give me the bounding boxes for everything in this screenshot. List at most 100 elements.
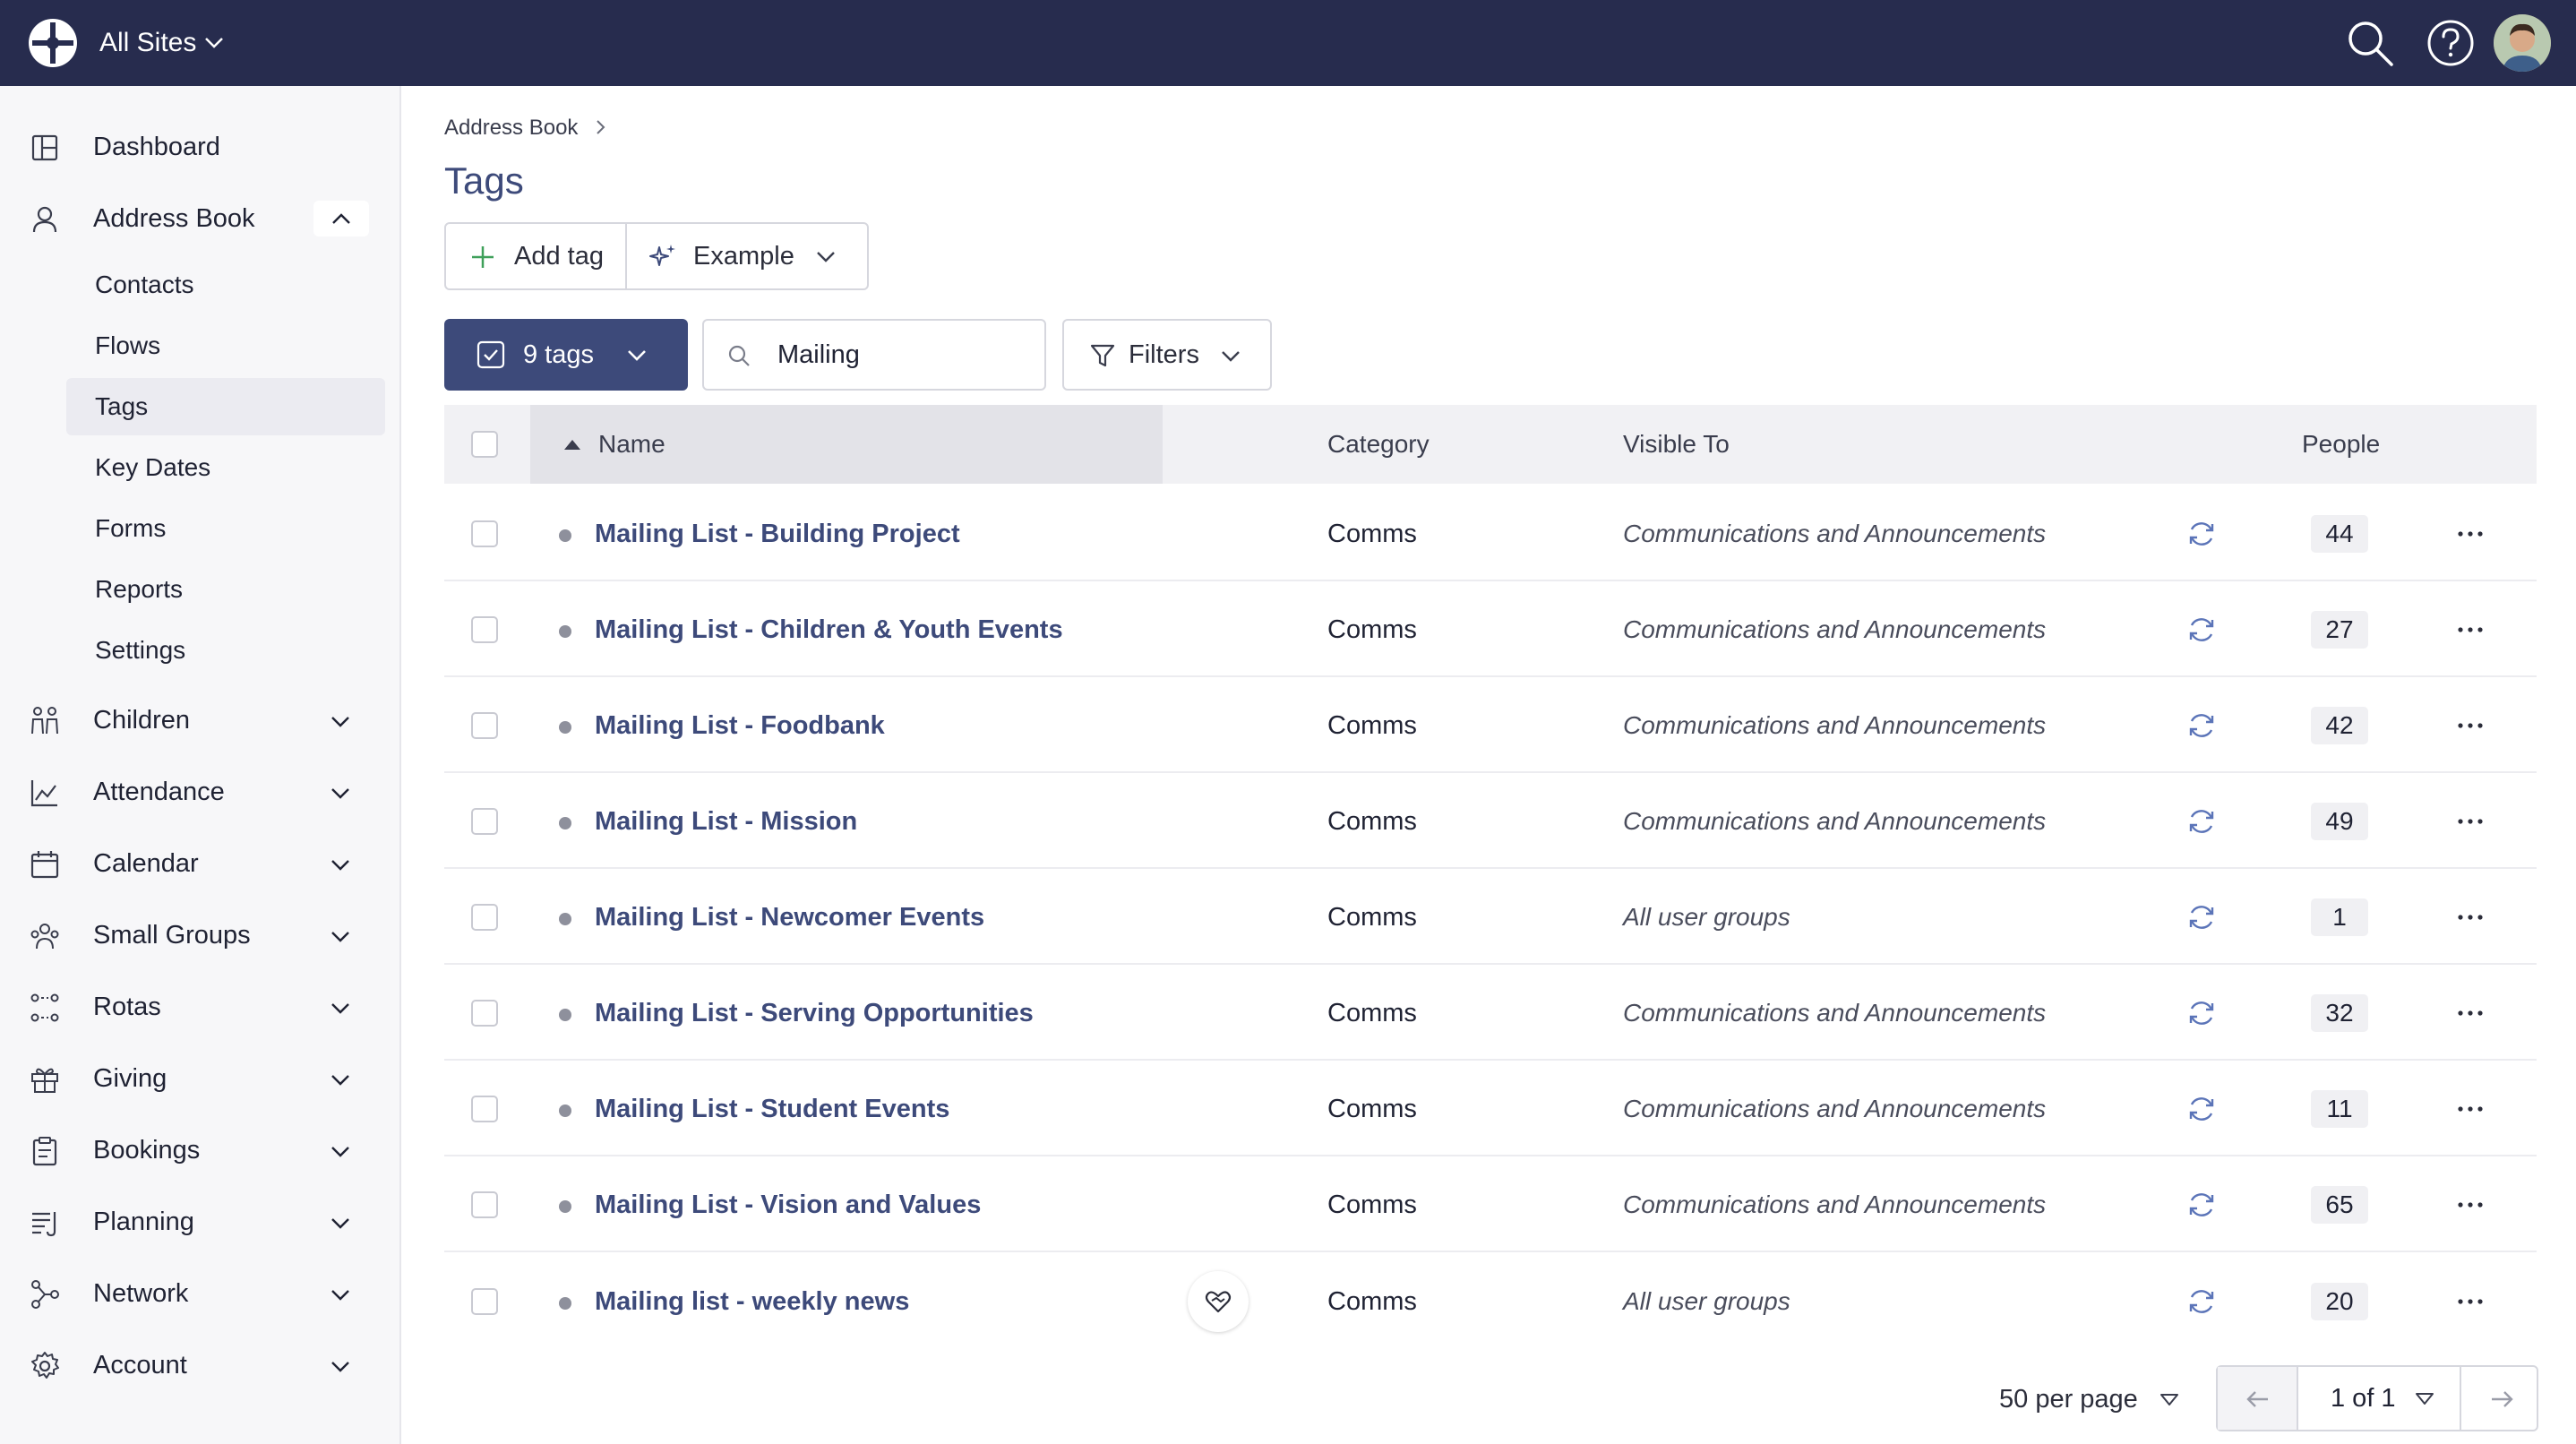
row-checkbox[interactable] bbox=[471, 1096, 498, 1122]
more-options-icon[interactable] bbox=[2454, 1093, 2486, 1125]
search-input[interactable] bbox=[777, 337, 1028, 373]
row-checkbox[interactable] bbox=[471, 1191, 498, 1218]
select-all-checkbox[interactable] bbox=[471, 431, 498, 458]
sync-icon[interactable] bbox=[2185, 614, 2218, 646]
sync-icon[interactable] bbox=[2185, 805, 2218, 838]
visible-to-cell: All user groups bbox=[1623, 903, 1790, 931]
tag-name-link[interactable]: Mailing List - Mission bbox=[595, 805, 857, 838]
people-count-badge: 11 bbox=[2311, 1090, 2368, 1128]
table-row[interactable]: Mailing List - Foodbank Comms Communicatio… bbox=[444, 677, 2537, 773]
sidebar-item-address-book[interactable]: Address Book bbox=[0, 192, 399, 245]
column-header-name[interactable]: Name bbox=[598, 428, 665, 460]
sync-icon[interactable] bbox=[2185, 997, 2218, 1029]
sidebar-subitem-settings[interactable]: Settings bbox=[66, 622, 385, 679]
more-options-icon[interactable] bbox=[2454, 805, 2486, 838]
sidebar-subitem-key-dates[interactable]: Key Dates bbox=[66, 439, 385, 496]
table-row[interactable]: Mailing List - Building Project Comms Comm… bbox=[444, 486, 2537, 581]
sidebar-item-planning[interactable]: Planning bbox=[0, 1195, 399, 1249]
tag-name-link[interactable]: Mailing List - Newcomer Events bbox=[595, 901, 984, 933]
heart-hands-badge[interactable] bbox=[1188, 1271, 1249, 1332]
row-checkbox[interactable] bbox=[471, 520, 498, 547]
bulk-select-button[interactable]: 9 tags bbox=[444, 319, 688, 391]
more-options-icon[interactable] bbox=[2454, 1285, 2486, 1318]
table-row[interactable]: Mailing List - Serving Opportunities Comm… bbox=[444, 965, 2537, 1061]
sidebar-subitem-label: Settings bbox=[95, 636, 186, 664]
table-row[interactable]: Mailing List - Children & Youth Events Co… bbox=[444, 581, 2537, 677]
row-checkbox[interactable] bbox=[471, 1000, 498, 1027]
tag-name-link[interactable]: Mailing List - Building Project bbox=[595, 518, 960, 550]
tag-name-link[interactable]: Mailing list - weekly news bbox=[595, 1285, 909, 1318]
tag-name-link[interactable]: Mailing List - Vision and Values bbox=[595, 1189, 981, 1221]
table-row[interactable]: Mailing List - Mission Comms Communication… bbox=[444, 773, 2537, 869]
chevron-down-icon[interactable] bbox=[202, 30, 226, 54]
per-page-select[interactable]: 50 per page bbox=[1999, 1383, 2138, 1415]
tag-name-link[interactable]: Mailing List - Children & Youth Events bbox=[595, 614, 1063, 646]
children-icon bbox=[31, 707, 58, 735]
row-checkbox[interactable] bbox=[471, 712, 498, 739]
table-row[interactable]: Mailing List - Newcomer Events Comms All u… bbox=[444, 869, 2537, 965]
logo-icon[interactable] bbox=[27, 17, 79, 69]
more-options-icon[interactable] bbox=[2454, 518, 2486, 550]
row-checkbox[interactable] bbox=[471, 616, 498, 643]
sync-icon[interactable] bbox=[2185, 709, 2218, 742]
example-dropdown-button[interactable]: Example bbox=[627, 224, 867, 288]
row-checkbox[interactable] bbox=[471, 904, 498, 931]
sync-icon[interactable] bbox=[2185, 901, 2218, 933]
sidebar-subitem-reports[interactable]: Reports bbox=[66, 561, 385, 618]
previous-page-button[interactable] bbox=[2218, 1367, 2298, 1430]
column-header-visible-to[interactable]: Visible To bbox=[1623, 428, 1730, 460]
page-select[interactable]: 1 of 1 bbox=[2298, 1367, 2460, 1430]
sidebar-item-dashboard[interactable]: Dashboard bbox=[0, 120, 399, 174]
sort-ascending-icon[interactable] bbox=[562, 437, 582, 451]
help-icon[interactable] bbox=[2426, 18, 2476, 68]
column-header-category[interactable]: Category bbox=[1327, 428, 1430, 460]
more-options-icon[interactable] bbox=[2454, 1189, 2486, 1221]
table-row[interactable]: Mailing list - weekly news Comms All user … bbox=[444, 1252, 2537, 1351]
avatar[interactable] bbox=[2494, 14, 2551, 72]
more-options-icon[interactable] bbox=[2454, 997, 2486, 1029]
tag-name-link[interactable]: Mailing List - Serving Opportunities bbox=[595, 997, 1034, 1029]
sidebar-item-bookings[interactable]: Bookings bbox=[0, 1123, 399, 1177]
sidebar-item-account[interactable]: Account bbox=[0, 1338, 399, 1392]
sidebar-subitem-forms[interactable]: Forms bbox=[66, 500, 385, 557]
more-options-icon[interactable] bbox=[2454, 901, 2486, 933]
sidebar-item-children[interactable]: Children bbox=[0, 693, 399, 747]
sync-icon[interactable] bbox=[2185, 1093, 2218, 1125]
next-page-button[interactable] bbox=[2460, 1367, 2537, 1430]
sidebar-subitem-tags[interactable]: Tags bbox=[66, 378, 385, 435]
sidebar-item-attendance[interactable]: Attendance bbox=[0, 765, 399, 819]
sync-icon[interactable] bbox=[2185, 1189, 2218, 1221]
search-field[interactable] bbox=[702, 319, 1046, 391]
chevron-down-icon bbox=[331, 1362, 349, 1372]
tag-name-link[interactable]: Mailing List - Foodbank bbox=[595, 709, 885, 742]
sync-icon[interactable] bbox=[2185, 518, 2218, 550]
column-header-people[interactable]: People bbox=[2302, 428, 2380, 460]
collapse-button[interactable] bbox=[313, 201, 369, 236]
sidebar-item-network[interactable]: Network bbox=[0, 1267, 399, 1320]
filters-button[interactable]: Filters bbox=[1062, 319, 1272, 391]
more-options-icon[interactable] bbox=[2454, 614, 2486, 646]
sidebar-item-giving[interactable]: Giving bbox=[0, 1052, 399, 1105]
row-checkbox[interactable] bbox=[471, 1288, 498, 1315]
chevron-down-icon bbox=[331, 860, 349, 871]
table-row[interactable]: Mailing List - Vision and Values Comms Com… bbox=[444, 1156, 2537, 1252]
chevron-down-icon bbox=[331, 1147, 349, 1157]
sync-icon[interactable] bbox=[2185, 1285, 2218, 1318]
sidebar-item-calendar[interactable]: Calendar bbox=[0, 837, 399, 890]
more-options-icon[interactable] bbox=[2454, 709, 2486, 742]
add-tag-button[interactable]: Add tag bbox=[446, 224, 627, 288]
chart-icon bbox=[30, 780, 57, 807]
visible-to-cell: Communications and Announcements bbox=[1623, 615, 2047, 643]
breadcrumb[interactable]: Address Book bbox=[444, 115, 578, 142]
table-row[interactable]: Mailing List - Student Events Comms Commun… bbox=[444, 1061, 2537, 1156]
sidebar-subitem-flows[interactable]: Flows bbox=[66, 317, 385, 374]
row-checkbox[interactable] bbox=[471, 808, 498, 835]
sidebar-item-rotas[interactable]: Rotas bbox=[0, 980, 399, 1034]
sidebar-item-label: Children bbox=[93, 706, 190, 735]
sidebar-subitem-contacts[interactable]: Contacts bbox=[66, 256, 385, 314]
triangle-down-icon[interactable] bbox=[2157, 1387, 2182, 1412]
site-selector-label[interactable]: All Sites bbox=[99, 27, 196, 59]
tag-name-link[interactable]: Mailing List - Student Events bbox=[595, 1093, 949, 1125]
search-icon[interactable] bbox=[2345, 18, 2395, 68]
sidebar-item-small-groups[interactable]: Small Groups bbox=[0, 908, 399, 962]
